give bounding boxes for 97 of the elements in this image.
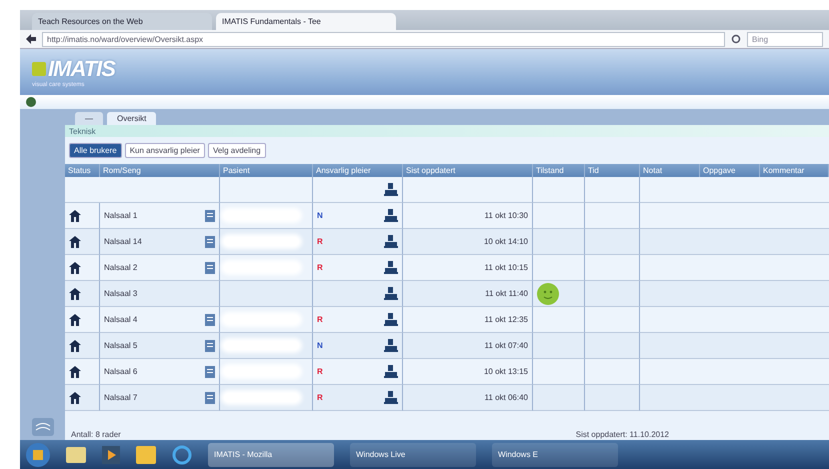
- document-icon[interactable]: [205, 392, 215, 404]
- table-cell: [760, 333, 829, 359]
- smiley-icon: [537, 282, 559, 304]
- media-player-icon[interactable]: [102, 446, 120, 464]
- column-header[interactable]: Status: [65, 164, 100, 177]
- page-tab[interactable]: Oversikt: [107, 112, 156, 125]
- status-letter: R: [317, 263, 323, 272]
- row-count: Antall: 8 rader: [71, 430, 121, 438]
- table-cell: [640, 385, 700, 411]
- timestamp: 11 okt 10:15: [484, 263, 528, 272]
- room-name: Nalsaal 6: [104, 367, 138, 376]
- table-cell: [585, 255, 640, 281]
- search-field[interactable]: Bing: [747, 32, 823, 46]
- table-cell: [533, 177, 585, 203]
- person-icon[interactable]: [384, 313, 398, 326]
- table-cell: [585, 359, 640, 385]
- column-header[interactable]: Notat: [640, 164, 700, 177]
- room-name: Nalsaal 3: [104, 289, 138, 298]
- house-icon: [69, 288, 81, 300]
- person-icon[interactable]: [384, 339, 398, 352]
- table-cell: [585, 333, 640, 359]
- room-name: Nalsaal 5: [104, 341, 138, 350]
- column-header[interactable]: Ansvarlig pleier: [313, 164, 403, 177]
- status-letter: N: [317, 341, 323, 350]
- column-header[interactable]: Rom/Seng: [100, 164, 220, 177]
- column-header[interactable]: Tilstand: [533, 164, 585, 177]
- status-letter: R: [317, 315, 323, 324]
- room-name: Nalsaal 7: [104, 393, 138, 402]
- room-name: Nalsaal 4: [104, 315, 138, 324]
- taskbar-task[interactable]: Windows Live: [350, 442, 476, 466]
- chat-icon[interactable]: [32, 418, 54, 436]
- person-icon[interactable]: [384, 235, 398, 248]
- browser-tab[interactable]: IMATIS Fundamentals - Tee: [216, 13, 396, 30]
- person-icon[interactable]: [384, 261, 398, 274]
- timestamp: 10 okt 13:15: [484, 367, 528, 376]
- logo: IMATIS: [32, 56, 829, 82]
- filter-button[interactable]: Kun ansvarlig pleier: [124, 143, 205, 158]
- table-cell: [760, 281, 829, 307]
- status-letter: R: [317, 367, 323, 376]
- room-name: Nalsaal 2: [104, 263, 138, 272]
- table-cell: [640, 333, 700, 359]
- browser-tab[interactable]: Teach Resources on the Web: [32, 13, 212, 30]
- person-icon[interactable]: [384, 287, 398, 300]
- browser-icon[interactable]: [172, 444, 192, 464]
- person-icon[interactable]: [384, 365, 398, 378]
- document-icon[interactable]: [205, 236, 215, 248]
- folder-icon[interactable]: [66, 446, 86, 462]
- table-cell: [585, 385, 640, 411]
- house-icon: [69, 340, 81, 352]
- reload-icon[interactable]: [731, 34, 741, 44]
- timestamp: 11 okt 06:40: [484, 393, 528, 402]
- column-header[interactable]: Sist oppdatert: [403, 164, 533, 177]
- house-icon: [69, 392, 81, 404]
- status-letter: R: [317, 237, 323, 246]
- column-header[interactable]: Oppgave: [700, 164, 760, 177]
- table-cell: [585, 229, 640, 255]
- table-cell: [760, 229, 829, 255]
- status-letter: N: [317, 211, 323, 220]
- house-icon: [69, 236, 81, 248]
- house-icon: [69, 366, 81, 378]
- person-icon[interactable]: [384, 391, 398, 404]
- timestamp: 11 okt 07:40: [484, 341, 528, 350]
- taskbar-task[interactable]: IMATIS - Mozilla: [208, 442, 334, 466]
- house-icon: [69, 314, 81, 326]
- panel-title: Teknisk: [69, 126, 96, 136]
- timestamp: 11 okt 11:40: [485, 289, 528, 298]
- room-name: Nalsaal 1: [104, 211, 138, 220]
- person-icon[interactable]: [384, 209, 398, 222]
- back-icon[interactable]: [26, 34, 36, 44]
- table-cell: [585, 307, 640, 333]
- address-field[interactable]: http://imatis.no/ward/overview/Oversikt.aspx: [42, 32, 725, 46]
- column-header[interactable]: Kommentar: [760, 164, 829, 177]
- person-icon[interactable]: [384, 183, 398, 196]
- column-header[interactable]: Tid: [585, 164, 640, 177]
- house-icon: [69, 262, 81, 274]
- document-icon[interactable]: [205, 210, 215, 222]
- table-cell: [585, 177, 640, 203]
- filter-button[interactable]: Velg avdeling: [208, 143, 266, 158]
- document-icon[interactable]: [205, 340, 215, 352]
- document-icon[interactable]: [205, 366, 215, 378]
- table-cell: [585, 203, 640, 229]
- room-name: Nalsaal 14: [104, 237, 142, 246]
- filter-button[interactable]: Alle brukere: [69, 143, 122, 158]
- document-icon[interactable]: [205, 262, 215, 274]
- table-cell: [640, 281, 700, 307]
- document-icon[interactable]: [205, 314, 215, 326]
- table-cell: [640, 229, 700, 255]
- house-icon: [69, 210, 81, 222]
- timestamp: 11 okt 12:35: [484, 315, 528, 324]
- updated-text: Sist oppdatert: 11.10.2012: [576, 430, 669, 438]
- page-tab[interactable]: —: [75, 112, 103, 125]
- column-header[interactable]: Pasient: [220, 164, 313, 177]
- timestamp: 10 okt 14:10: [484, 237, 528, 246]
- status-letter: R: [317, 393, 323, 402]
- start-button[interactable]: [26, 442, 50, 466]
- taskbar-task[interactable]: Windows E: [492, 442, 618, 466]
- timestamp: 11 okt 10:30: [484, 211, 528, 220]
